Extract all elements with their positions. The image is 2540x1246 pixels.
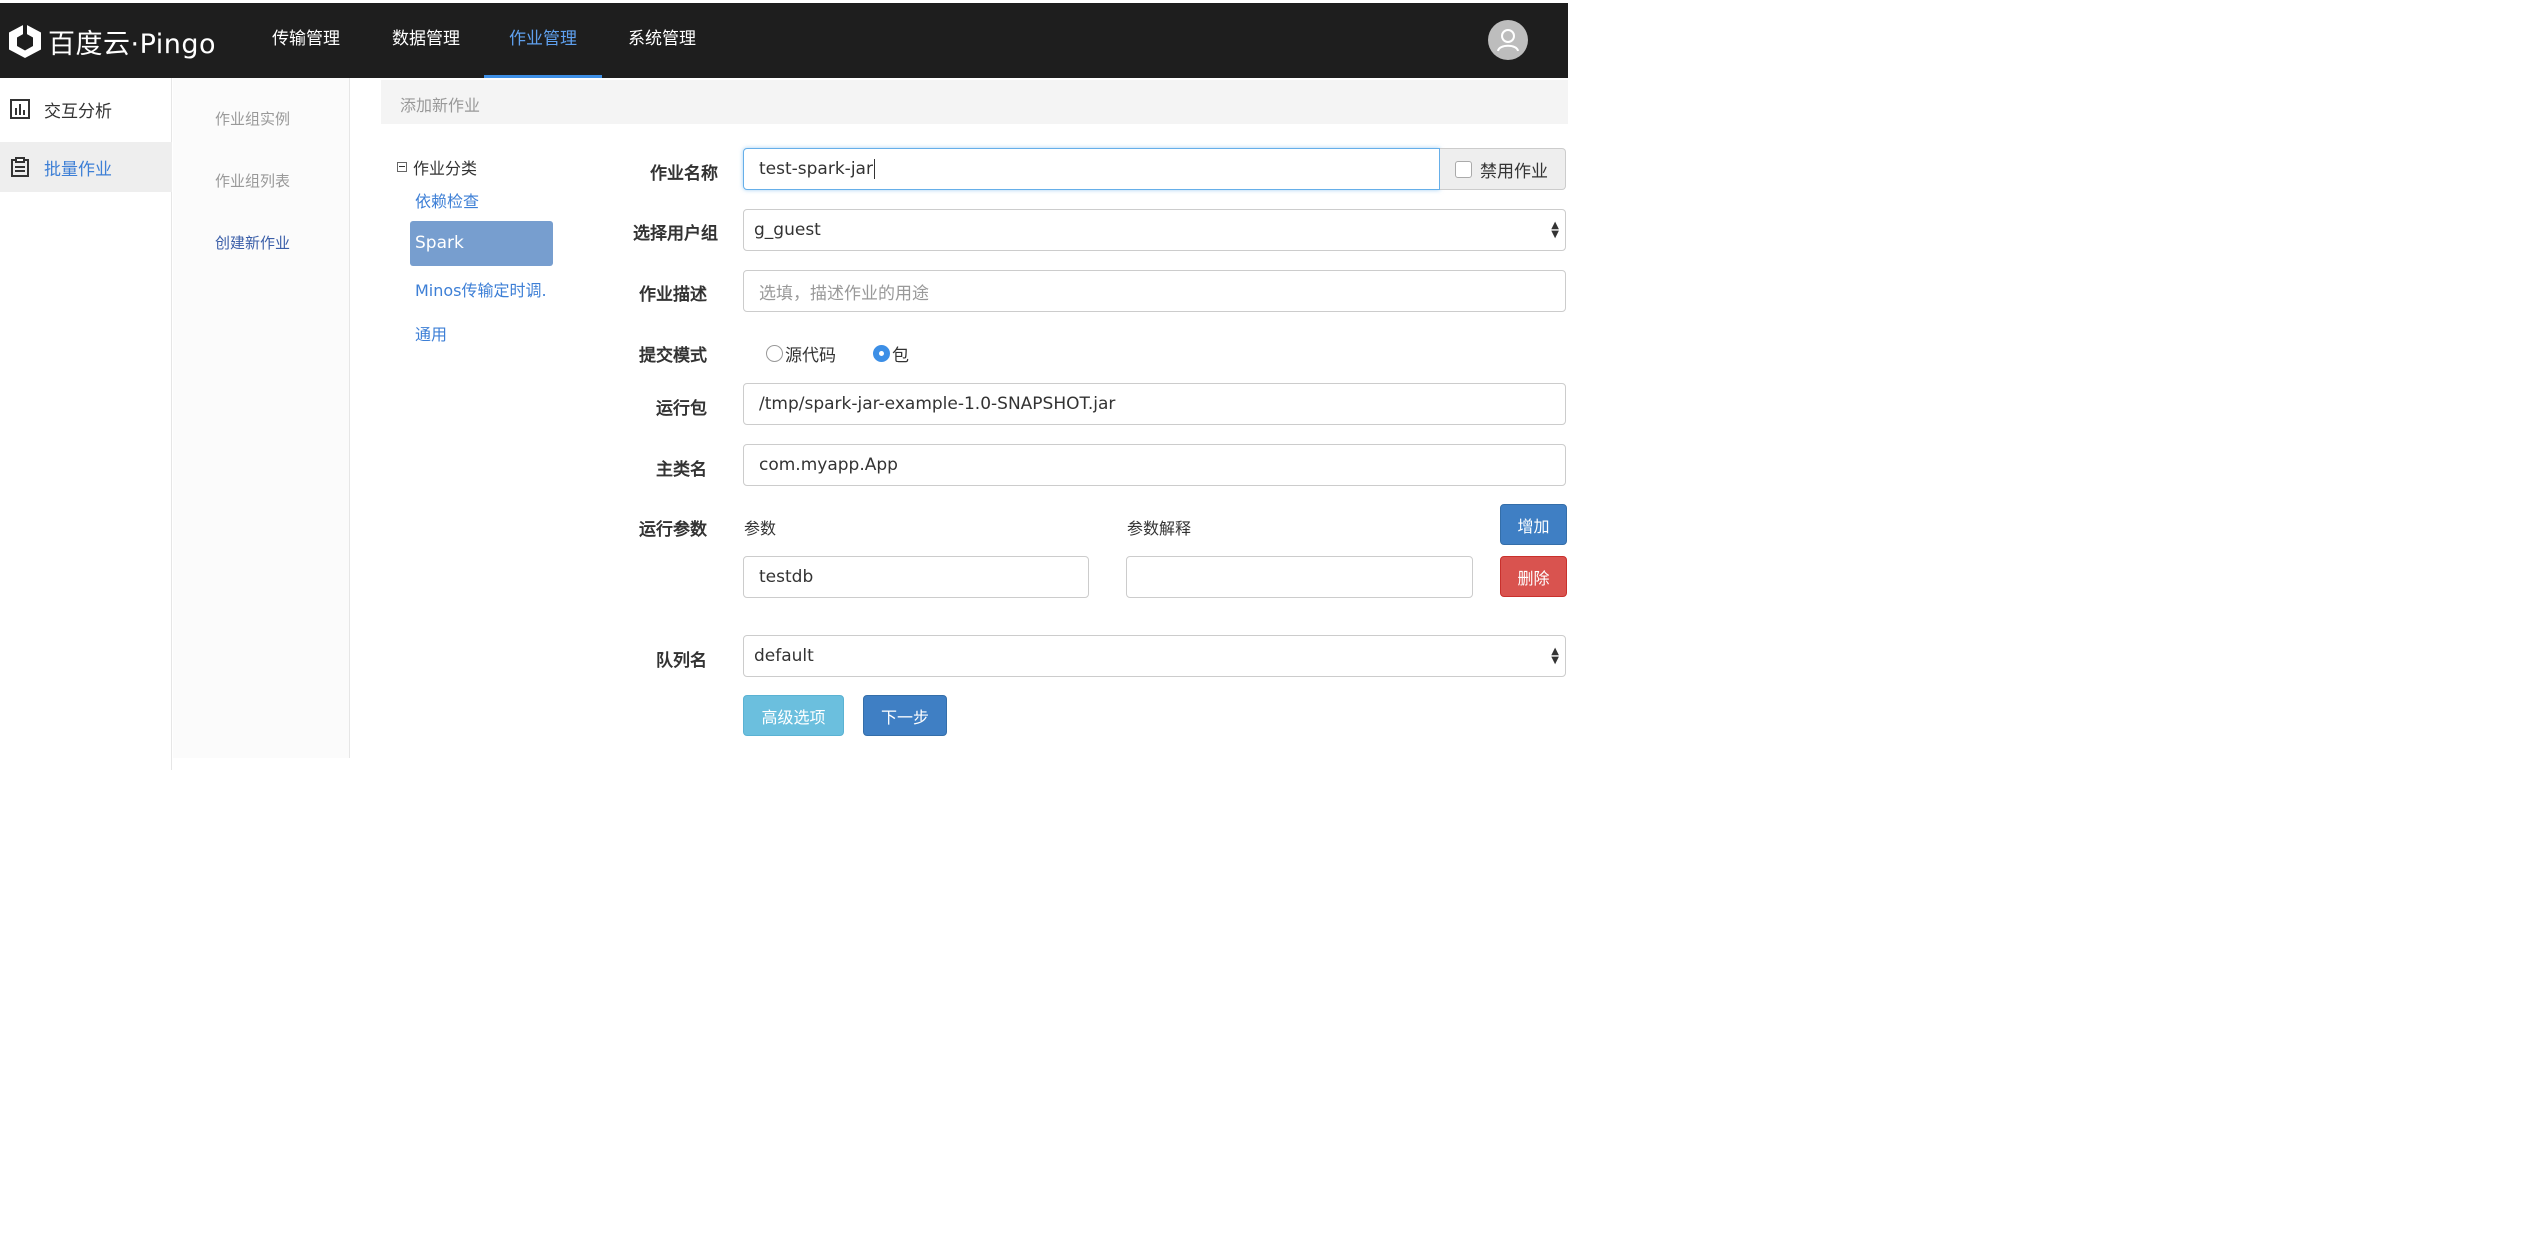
disable-job-addon[interactable]: 禁用作业 [1440, 148, 1566, 190]
radio-package-label: 包 [892, 346, 909, 366]
job-name-value: test-spark-jar [759, 159, 873, 179]
queue-select[interactable]: default ▲ ▼ [743, 635, 1566, 677]
package-input[interactable]: /tmp/spark-jar-example-1.0-SNAPSHOT.jar [743, 383, 1566, 425]
job-name-label: 作业名称 [650, 164, 718, 184]
breadcrumb: 添加新作业 [400, 96, 481, 115]
disable-job-label: 禁用作业 [1480, 161, 1548, 182]
submenu-item-create-job[interactable]: 创建新作业 [215, 232, 290, 253]
advanced-options-button[interactable]: 高级选项 [743, 695, 844, 736]
sidebar-item-batch-jobs[interactable]: 批量作业 [0, 142, 172, 192]
text-caret [873, 159, 875, 179]
nav-job-management[interactable]: 作业管理 [484, 3, 602, 78]
submit-mode-label: 提交模式 [639, 346, 707, 366]
param-desc-input[interactable] [1126, 556, 1473, 598]
select-arrows-icon: ▲ ▼ [1551, 646, 1559, 666]
run-params-label: 运行参数 [639, 520, 707, 540]
category-header-label: 作业分类 [413, 159, 478, 178]
package-value: /tmp/spark-jar-example-1.0-SNAPSHOT.jar [759, 394, 1116, 414]
clipboard-icon [11, 157, 29, 177]
param-desc-column-header: 参数解释 [1127, 519, 1192, 538]
main-class-value: com.myapp.App [759, 455, 898, 475]
main-class-label: 主类名 [656, 460, 707, 480]
nav-transfer-management[interactable]: 传输管理 [258, 3, 354, 78]
breadcrumb-bar: 添加新作业 [381, 80, 1568, 124]
select-arrows-icon: ▲ ▼ [1551, 220, 1559, 240]
radio-source-code-button[interactable] [766, 345, 783, 362]
category-item-spark[interactable]: Spark [410, 221, 553, 266]
add-param-button[interactable]: 增加 [1500, 504, 1567, 545]
delete-param-button[interactable]: 删除 [1500, 556, 1567, 597]
category-item-minos[interactable]: Minos传输定时调. [415, 277, 547, 301]
page: 百度云·Pingo 传输管理 数据管理 作业管理 系统管理 交互分析 批量作业 … [0, 0, 1568, 770]
description-placeholder: 选填，描述作业的用途 [759, 283, 929, 304]
category-item-dependency-check[interactable]: 依赖检查 [415, 188, 479, 212]
package-label: 运行包 [656, 399, 707, 419]
description-input[interactable]: 选填，描述作业的用途 [743, 270, 1566, 312]
category-item-general[interactable]: 通用 [415, 321, 447, 345]
disable-job-checkbox[interactable] [1455, 160, 1472, 178]
left-sidebar: 交互分析 批量作业 [0, 78, 172, 770]
param-column-header: 参数 [744, 519, 777, 538]
submenu-item-job-group-list[interactable]: 作业组列表 [215, 170, 290, 191]
user-group-value: g_guest [754, 220, 821, 240]
submenu-item-job-group-instances[interactable]: 作业组实例 [215, 108, 290, 129]
queue-label: 队列名 [656, 651, 707, 671]
nav-data-management[interactable]: 数据管理 [378, 3, 474, 78]
logo[interactable]: 百度云·Pingo [8, 21, 216, 61]
param-value: testdb [759, 567, 814, 587]
user-group-select[interactable]: g_guest ▲ ▼ [743, 209, 1566, 251]
sidebar-item-label: 批量作业 [44, 159, 112, 180]
bar-chart-icon [10, 99, 30, 119]
radio-source-code-label: 源代码 [785, 346, 836, 366]
top-navbar: 百度云·Pingo 传输管理 数据管理 作业管理 系统管理 [0, 3, 1568, 78]
job-name-input[interactable]: test-spark-jar [743, 148, 1440, 190]
radio-package[interactable]: 包 [873, 341, 909, 366]
logo-text: 百度云·Pingo [48, 28, 217, 60]
param-input[interactable]: testdb [743, 556, 1089, 598]
sub-menu: 作业组实例 作业组列表 创建新作业 [173, 78, 350, 758]
sidebar-item-label: 交互分析 [44, 101, 112, 122]
sidebar-item-interactive-analysis[interactable]: 交互分析 [0, 84, 172, 134]
main-class-input[interactable]: com.myapp.App [743, 444, 1566, 486]
logo-cube-icon [9, 23, 41, 58]
description-label: 作业描述 [639, 285, 707, 305]
radio-package-button[interactable] [873, 345, 890, 362]
collapse-icon[interactable] [397, 162, 407, 172]
next-step-button[interactable]: 下一步 [863, 695, 947, 736]
user-icon [1497, 29, 1519, 52]
user-group-label: 选择用户组 [633, 224, 718, 244]
queue-value: default [754, 646, 814, 666]
user-avatar[interactable] [1488, 20, 1528, 60]
radio-source-code[interactable]: 源代码 [766, 341, 836, 366]
nav-system-management[interactable]: 系统管理 [614, 3, 710, 78]
category-tree-header[interactable]: 作业分类 [397, 155, 477, 179]
